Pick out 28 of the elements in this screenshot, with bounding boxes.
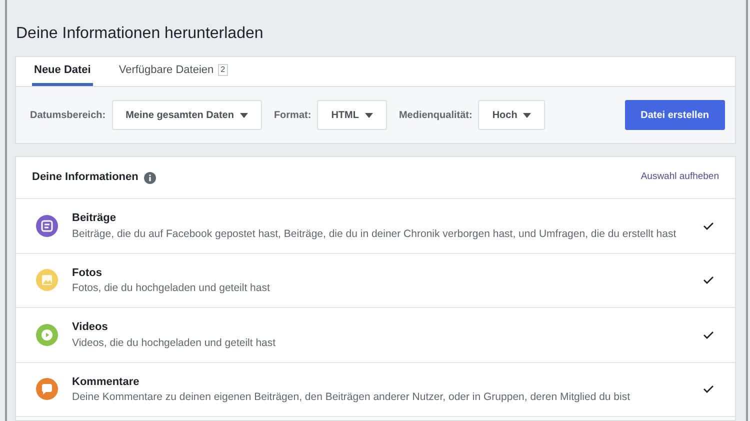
item-description: Beiträge, die du auf Facebook gepostet hast, Beiträge, die du in deiner Chronik verborgen hast, und Umfragen, die du erstellt hast	[72, 226, 678, 242]
filter-label: Datumsbereich:	[30, 108, 106, 122]
item-description: Videos, die du hochgeladen und geteilt hast	[72, 336, 277, 350]
tab[interactable]: Verfügbare Dateien 2	[116, 57, 230, 86]
filter-label: Format:	[274, 108, 312, 122]
filter-label: Medienqualität:	[398, 108, 472, 122]
dropdown-button[interactable]: HTML	[317, 100, 387, 130]
item-title: Kommentare	[72, 374, 140, 390]
item-description: Deine Kommentare zu deinen eigenen Beiträgen, den Beiträgen anderer Nutzer, oder in Gruppen, deren Mitglied du bist	[72, 390, 632, 405]
item-description: Fotos, die du hochgeladen und geteilt hast	[72, 281, 271, 296]
caret-icon	[240, 112, 248, 118]
checkmark-icon	[702, 385, 714, 394]
info-icon	[144, 172, 156, 184]
checkmark-icon	[702, 330, 714, 339]
create-file-button[interactable]: Datei erstellen	[624, 100, 725, 130]
checkmark-icon	[702, 276, 714, 284]
item-title: Beiträge	[72, 211, 118, 226]
caret-icon	[523, 112, 532, 118]
checkmark-icon	[702, 222, 714, 230]
deselect-link[interactable]: Auswahl aufheben	[640, 170, 719, 185]
dropdown-button[interactable]: Meine gesamten Daten	[112, 100, 262, 130]
caret-icon	[364, 112, 373, 118]
section-title: Deine Informationen	[32, 170, 138, 186]
item-title: Fotos	[72, 266, 103, 280]
count-badge: 2	[218, 64, 228, 76]
item-title: Videos	[72, 320, 109, 335]
dropdown-button[interactable]: Hoch	[478, 100, 546, 130]
page-title: Deine Informationen herunterladen	[15, 24, 264, 44]
